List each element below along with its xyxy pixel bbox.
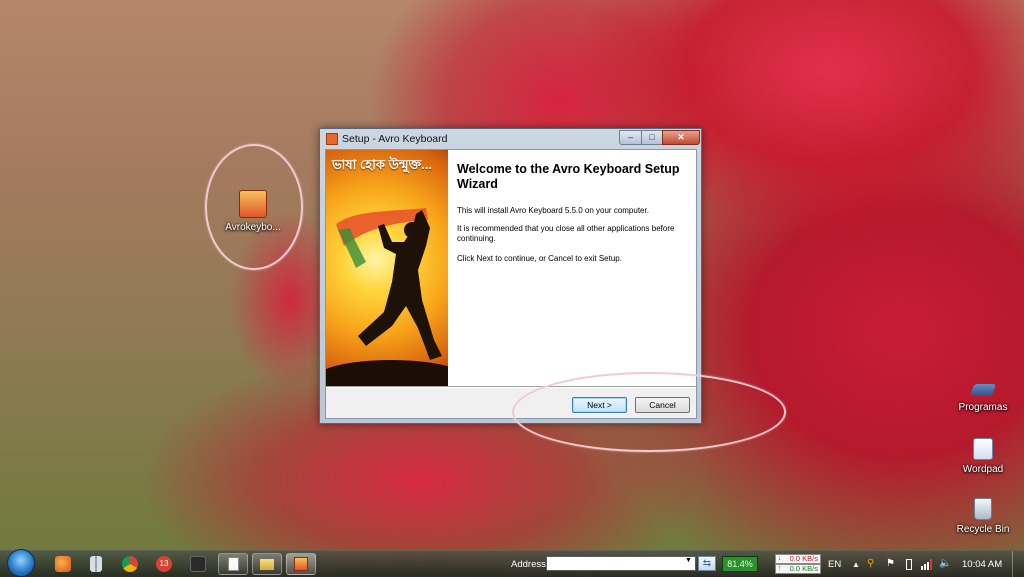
wordpad-desktop-shortcut[interactable]: Wordpad [944,438,1022,475]
desktop-icon-label: Programas [958,402,1008,413]
download-arrow-icon: ↓ [778,555,782,562]
wizard-banner-image: ভাষা হোক উন্মুক্ত... [326,150,448,386]
show-desktop-button[interactable] [1012,551,1024,577]
programas-desktop-shortcut[interactable]: Programas [944,384,1022,413]
wizard-heading: Welcome to the Avro Keyboard Setup Wizar… [457,162,680,191]
volume-icon[interactable]: 🔈 [939,558,951,569]
chevron-down-icon[interactable]: ▼ [685,557,692,564]
desktop-icon-label: Wordpad [962,464,1004,475]
banner-ground [326,360,448,386]
install-info-text: This will install Avro Keyboard 5.5.0 on… [457,206,649,215]
show-hidden-icons-icon[interactable]: ▲ [852,560,860,569]
avro-setup-icon [294,557,308,571]
firefox-icon[interactable] [55,556,71,572]
library-icon[interactable] [90,556,102,572]
go-button[interactable]: ⇆ [698,556,716,571]
address-label: Address [511,559,546,570]
clock[interactable]: 10:04 AM [962,559,1002,570]
runner-with-flag-illustration [336,208,442,360]
hex-app-icon[interactable] [190,556,206,572]
net-up-value: 0.0 KB/s [789,564,818,573]
taskbar-setup-button[interactable] [286,553,316,575]
wordpad-icon [973,438,993,460]
folder-shortcut-icon [969,384,997,396]
taskbar-document-button[interactable] [218,553,248,575]
setup-app-icon [326,133,338,145]
annotation-circle-buttons [512,372,786,452]
taskbar-explorer-button[interactable] [252,553,282,575]
minimize-button[interactable]: – [619,130,642,145]
network-signal-icon[interactable] [921,559,933,573]
net-upload-meter: ↑ 0.0 KB/s [775,564,821,574]
upload-arrow-icon: ↑ [778,565,782,572]
close-apps-text: It is recommended that you close all oth… [457,224,675,243]
folder-icon [260,559,274,570]
document-icon [228,557,239,571]
recycle-bin-desktop-shortcut[interactable]: Recycle Bin [944,498,1022,535]
title-bar[interactable]: Setup - Avro Keyboard – □ ✕ [320,129,701,149]
badge-app-icon[interactable]: 13 [156,556,172,572]
cpu-meter: 81.4% [722,556,758,572]
address-input[interactable] [546,556,696,571]
welcome-panel: Welcome to the Avro Keyboard Setup Wizar… [448,150,696,386]
chrome-icon[interactable] [122,556,138,572]
start-button[interactable] [7,549,35,577]
battery-icon[interactable] [906,559,912,570]
annotation-circle-shortcut [205,144,303,270]
search-tray-icon[interactable]: ⚲ [867,558,874,569]
language-indicator[interactable]: EN [828,559,841,570]
desktop-icon-label: Recycle Bin [956,524,1010,535]
window-title: Setup - Avro Keyboard [342,133,448,145]
net-down-value: 0.0 KB/s [789,554,818,563]
recycle-bin-icon [974,498,992,520]
action-center-flag-icon[interactable]: ⚑ [886,558,895,569]
continue-instructions-text: Click Next to continue, or Cancel to exi… [457,254,622,263]
net-download-meter: ↓ 0.0 KB/s [775,554,821,564]
maximize-button[interactable]: □ [641,130,663,145]
close-button[interactable]: ✕ [662,130,700,145]
taskbar: 13 Address ▼ ⇆ 81.4% ↓ 0.0 KB/s ↑ 0.0 KB/s… [0,549,1024,577]
